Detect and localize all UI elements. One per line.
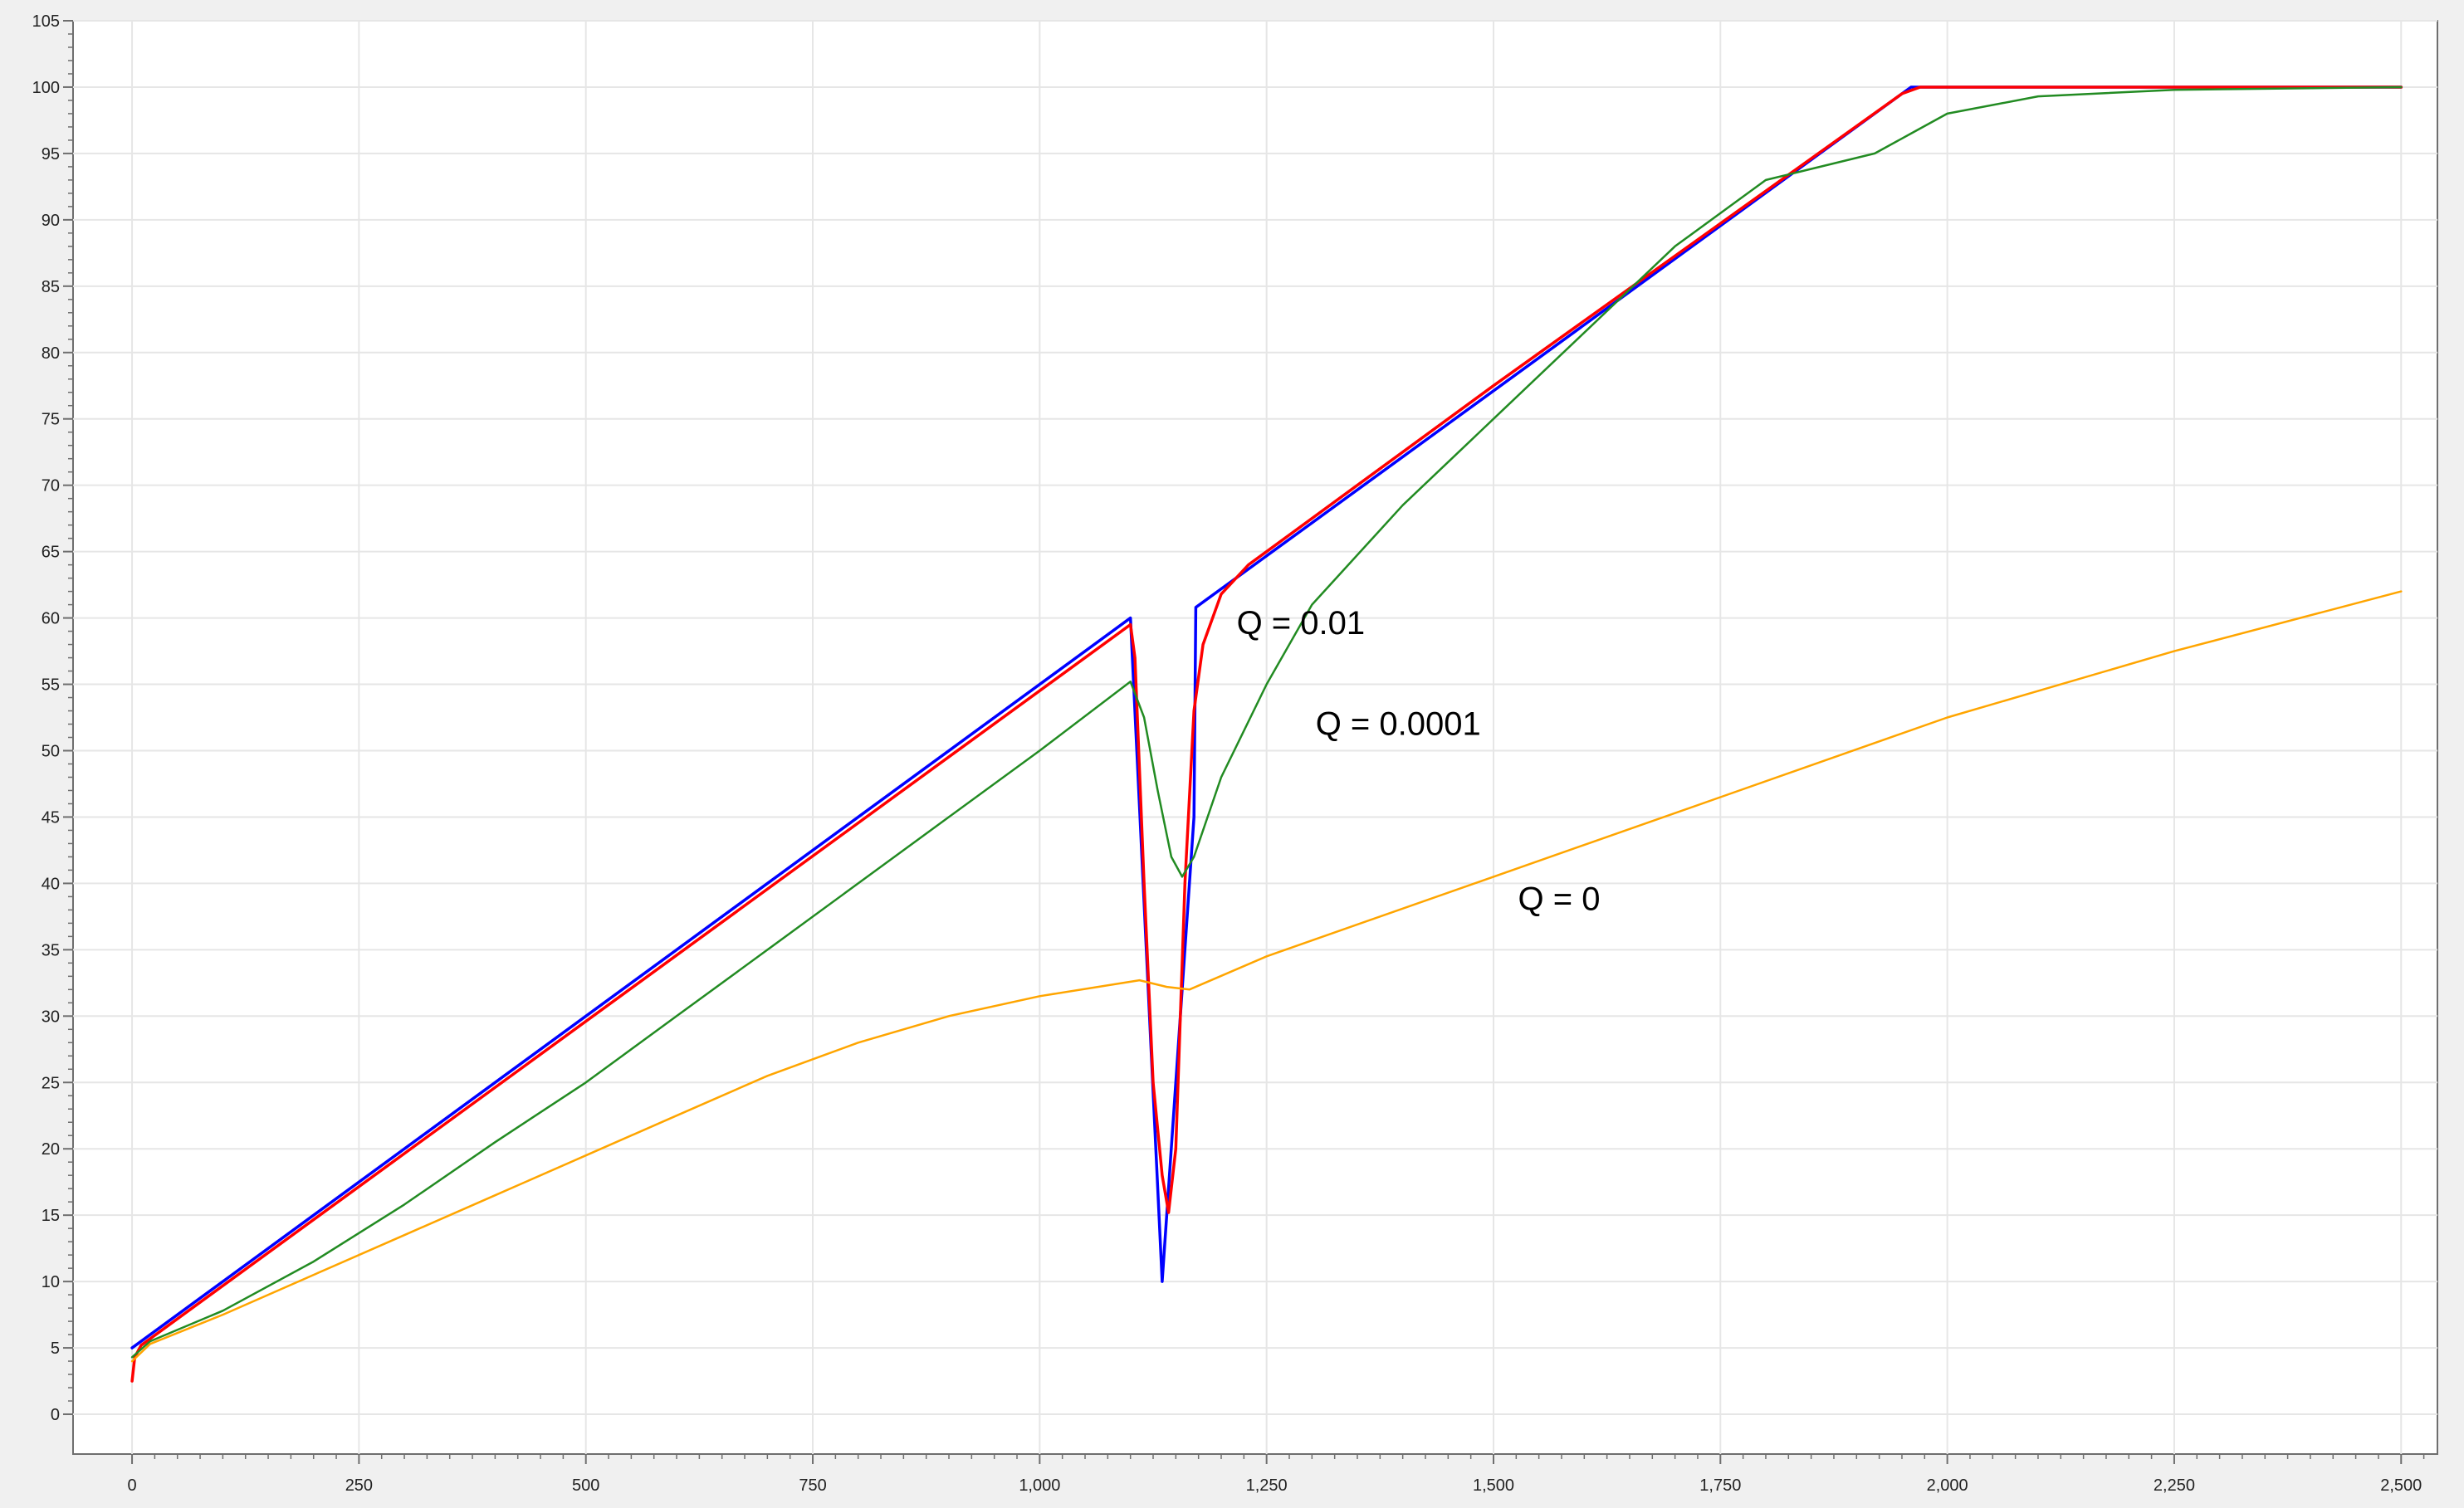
- y-tick-label: 105: [32, 12, 60, 31]
- x-tick-label: 1,750: [1699, 1476, 1741, 1495]
- x-tick-label: 1,250: [1246, 1476, 1288, 1495]
- y-tick-label: 70: [42, 477, 60, 495]
- y-tick-label: 45: [42, 808, 60, 827]
- y-tick-label: 50: [42, 742, 60, 760]
- y-tick-label: 55: [42, 676, 60, 695]
- chart-container: 0 250 500 750 1,000 1,250 1,500 1,750 2,000 2,250…: [0, 0, 2464, 1504]
- annotation-label: Q = 0: [1518, 881, 1601, 917]
- y-tick-label: 90: [42, 212, 60, 230]
- annotation-label: Q = 0.01: [1237, 605, 1366, 642]
- y-tick-label: 30: [42, 1008, 60, 1026]
- x-tick-label: 1,500: [1473, 1476, 1514, 1495]
- y-tick-label: 95: [42, 145, 60, 163]
- y-tick-label: 35: [42, 941, 60, 959]
- y-tick-label: 100: [32, 79, 60, 97]
- y-tick-label: 85: [42, 278, 60, 296]
- x-tick-label: 2,500: [2380, 1476, 2422, 1495]
- y-tick-label: 20: [42, 1140, 60, 1159]
- x-tick-label: 2,250: [2154, 1476, 2195, 1495]
- x-tick-label: 2,000: [1927, 1476, 1968, 1495]
- y-tick-label: 0: [51, 1406, 60, 1424]
- y-tick-label: 10: [42, 1273, 60, 1291]
- x-tick-label: 0: [128, 1476, 137, 1495]
- y-tick-label: 15: [42, 1207, 60, 1225]
- y-tick-label: 5: [51, 1340, 60, 1358]
- x-tick-label: 500: [572, 1476, 599, 1495]
- x-tick-label: 1,000: [1019, 1476, 1060, 1495]
- y-tick-label: 25: [42, 1074, 60, 1092]
- line-chart: 0 250 500 750 1,000 1,250 1,500 1,750 2,000 2,250…: [0, 0, 2464, 1504]
- y-tick-label: 60: [42, 610, 60, 628]
- plot-area: [72, 20, 2438, 1455]
- y-tick-label: 80: [42, 344, 60, 363]
- y-tick-label: 40: [42, 875, 60, 893]
- y-tick-label: 65: [42, 544, 60, 562]
- x-tick-label: 250: [345, 1476, 373, 1495]
- annotation-label: Q = 0.0001: [1316, 705, 1481, 742]
- x-tick-label: 750: [799, 1476, 826, 1495]
- y-tick-label: 75: [42, 411, 60, 429]
